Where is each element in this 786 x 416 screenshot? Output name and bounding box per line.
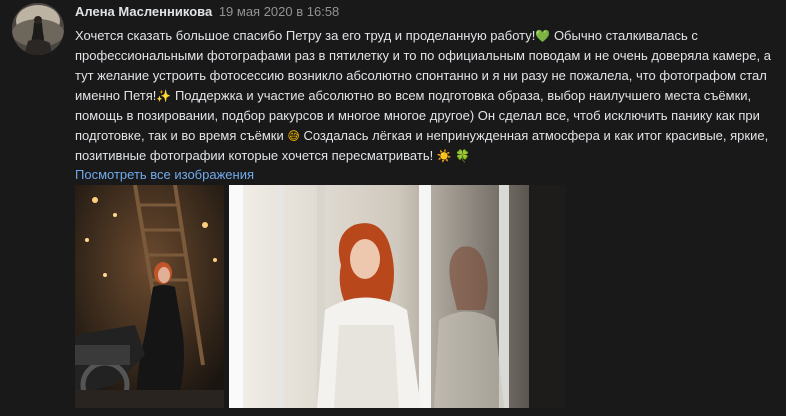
avatar[interactable]: [12, 3, 64, 55]
woman-in-black-dress-photo[interactable]: [75, 185, 224, 408]
post-header: Алена Масленникова 19 мая 2020 в 16:58: [75, 3, 778, 21]
smile-sweat-icon: 😅: [287, 129, 300, 143]
post-date[interactable]: 19 мая 2020 в 16:58: [219, 4, 339, 19]
clover-icon: 🍀: [455, 149, 471, 163]
author-name[interactable]: Алена Масленникова: [75, 4, 212, 19]
photo-attachments: [75, 185, 566, 408]
post-text: Хочется сказать большое спасибо Петру за…: [75, 26, 780, 166]
show-all-images-link[interactable]: Посмотреть все изображения: [75, 166, 254, 184]
post-content: Алена Масленникова 19 мая 2020 в 16:58 Х…: [75, 3, 778, 184]
sun-icon: ☀️: [436, 149, 452, 163]
green-heart-icon: 💚: [535, 29, 551, 43]
post-text-part-1: Хочется сказать большое спасибо Петру за…: [75, 28, 536, 43]
woman-in-white-dress-by-window-photo[interactable]: [229, 185, 566, 408]
sparkles-icon: ✨: [156, 89, 172, 103]
wall-post: Алена Масленникова 19 мая 2020 в 16:58 Х…: [0, 0, 786, 416]
